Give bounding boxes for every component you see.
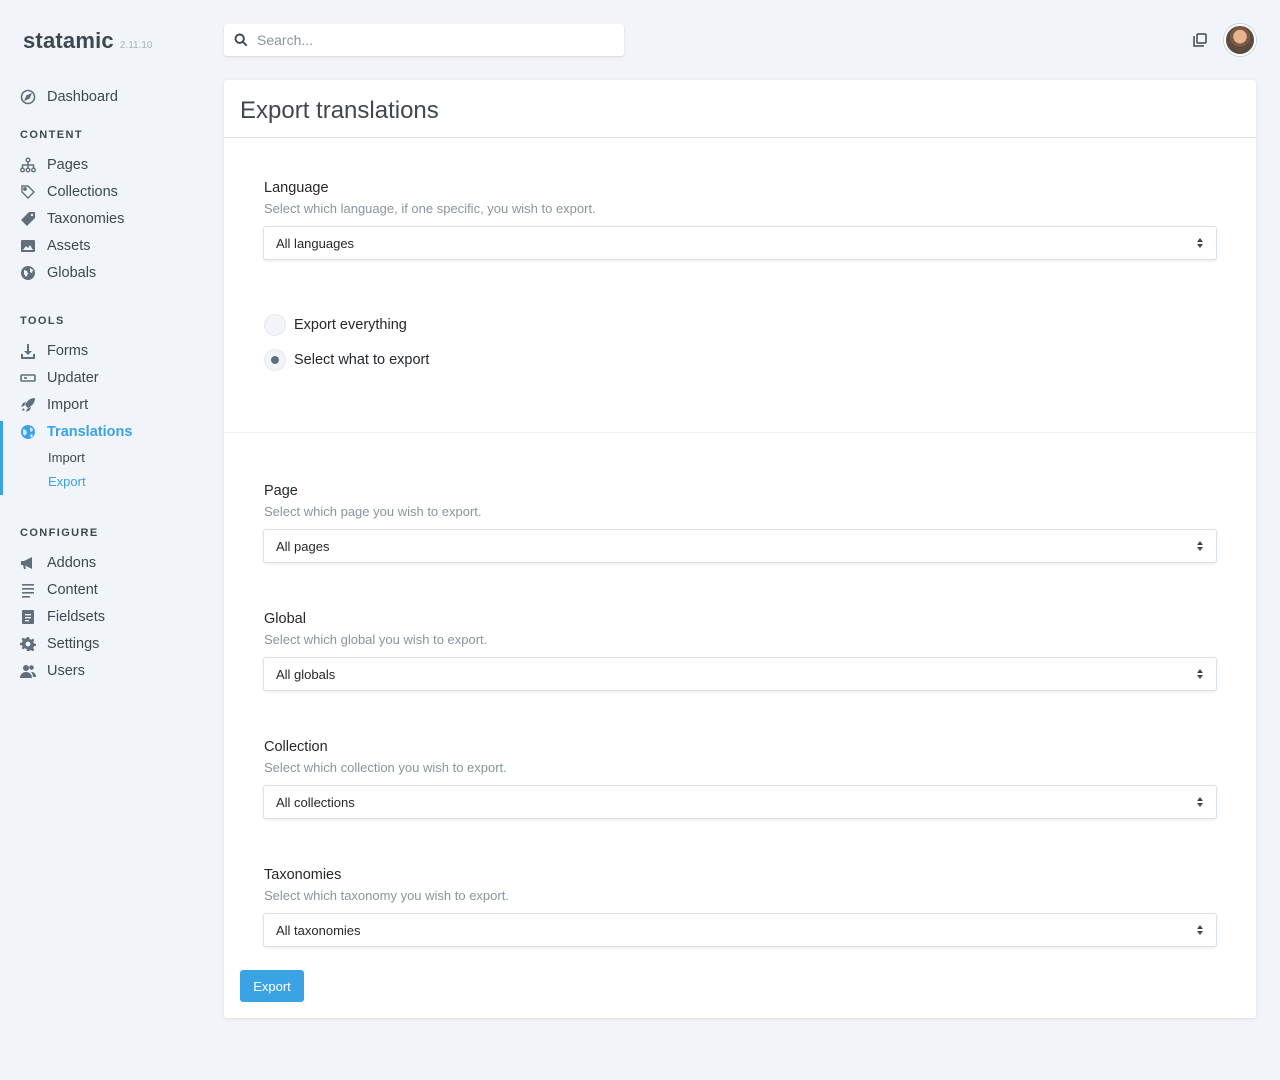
select-caret-icon	[1197, 238, 1203, 248]
radio-export-everything[interactable]: Export everything	[264, 314, 407, 336]
lines-icon	[20, 582, 36, 598]
sidebar-item-import[interactable]: Import	[20, 394, 88, 416]
radio-label: Select what to export	[294, 352, 430, 368]
section-title-tools: TOOLS	[20, 315, 65, 327]
select-caret-icon	[1197, 797, 1203, 807]
megaphone-icon	[20, 555, 36, 571]
sidebar-item-forms[interactable]: Forms	[20, 340, 88, 362]
sidebar-item-assets[interactable]: Assets	[20, 235, 91, 257]
select-caret-icon	[1197, 925, 1203, 935]
sidebar-item-collections[interactable]: Collections	[20, 181, 118, 203]
sidebar-item-globals[interactable]: Globals	[20, 262, 96, 284]
sidebar-item-content[interactable]: Content	[20, 579, 98, 601]
app-name: statamic	[23, 28, 114, 53]
export-card: Export translations Language Select whic…	[224, 80, 1256, 1018]
sidebar-item-label: Taxonomies	[47, 211, 125, 227]
radio-label: Export everything	[294, 317, 407, 333]
select-caret-icon	[1197, 541, 1203, 551]
app-logo[interactable]: statamic 2.11.10	[23, 28, 153, 54]
global-search[interactable]	[224, 24, 624, 56]
sidebar-item-label: Content	[47, 582, 98, 598]
form-icon	[20, 609, 36, 625]
page-title: Export translations	[240, 97, 439, 124]
rocket-icon	[20, 397, 36, 413]
tag-icon	[20, 184, 36, 200]
sidebar-item-users[interactable]: Users	[20, 660, 85, 682]
sidebar-item-label: Settings	[47, 636, 100, 652]
sidebar-subitem-import[interactable]: Import	[48, 450, 85, 465]
language-select[interactable]: All languages	[263, 226, 1217, 260]
radio-button[interactable]	[264, 349, 286, 371]
user-avatar[interactable]	[1224, 24, 1256, 56]
radio-button[interactable]	[264, 314, 286, 336]
sidebar-item-label: Assets	[47, 238, 91, 254]
sidebar-item-label: Users	[47, 663, 85, 679]
sidebar-item-translations[interactable]: Translations	[20, 421, 132, 443]
cartridge-icon	[20, 370, 36, 386]
active-indicator	[0, 421, 3, 495]
sidebar-item-label: Fieldsets	[47, 609, 106, 625]
collection-field-help: Select which collection you wish to expo…	[264, 760, 507, 775]
sidebar-item-label: Forms	[47, 343, 89, 359]
sidebar-item-label: Collections	[47, 184, 118, 200]
page-field-label: Page	[264, 483, 298, 499]
app-version: 2.11.10	[119, 40, 153, 51]
taxonomies-select-value: All taxonomies	[276, 922, 361, 938]
view-site-icon[interactable]	[1192, 32, 1208, 48]
search-input[interactable]	[257, 32, 597, 48]
sidebar-item-settings[interactable]: Settings	[20, 633, 99, 655]
language-label: Language	[264, 180, 329, 196]
tags-icon	[20, 211, 36, 227]
sidebar-item-label: Addons	[47, 555, 97, 571]
sidebar-item-updater[interactable]: Updater	[20, 367, 99, 389]
global-select-value: All globals	[276, 666, 336, 682]
sidebar-item-label: Globals	[47, 265, 97, 281]
taxonomies-select[interactable]: All taxonomies	[263, 913, 1217, 947]
sidebar-item-label: Pages	[47, 157, 89, 173]
world-icon	[20, 424, 36, 440]
sidebar-item-taxonomies[interactable]: Taxonomies	[20, 208, 124, 230]
sidebar-item-label: Import	[47, 397, 89, 413]
language-select-value: All languages	[276, 235, 355, 251]
select-caret-icon	[1197, 669, 1203, 679]
global-field-label: Global	[264, 611, 306, 627]
image-icon	[20, 238, 36, 254]
sidebar-item-label: Updater	[47, 370, 99, 386]
sidebar-item-addons[interactable]: Addons	[20, 552, 96, 574]
section-title-content: CONTENT	[20, 129, 83, 141]
sidebar-item-dashboard[interactable]: Dashboard	[20, 86, 118, 108]
header-divider	[224, 137, 1256, 138]
collection-select[interactable]: All collections	[263, 785, 1217, 819]
sidebar-item-label: Translations	[47, 424, 133, 440]
sidebar: statamic 2.11.10 Dashboard CONTENT Pages…	[0, 0, 210, 1080]
gear-icon	[20, 636, 36, 652]
sidebar-item-pages[interactable]: Pages	[20, 154, 88, 176]
search-icon	[234, 33, 248, 47]
global-select[interactable]: All globals	[263, 657, 1217, 691]
page-select[interactable]: All pages	[263, 529, 1217, 563]
radio-select-what-to-export[interactable]: Select what to export	[264, 349, 429, 371]
compass-icon	[20, 89, 36, 105]
page-select-value: All pages	[276, 538, 330, 554]
sitemap-icon	[20, 157, 36, 173]
collection-field-label: Collection	[264, 739, 328, 755]
radio-selected-dot	[271, 356, 279, 364]
download-icon	[20, 343, 36, 359]
export-button[interactable]: Export	[240, 970, 304, 1002]
sidebar-subitem-export[interactable]: Export	[48, 474, 86, 489]
global-field-help: Select which global you wish to export.	[264, 632, 488, 647]
section-divider	[224, 432, 1256, 433]
language-help: Select which language, if one specific, …	[264, 201, 596, 216]
users-icon	[20, 663, 36, 679]
collection-select-value: All collections	[276, 794, 355, 810]
section-title-configure: CONFIGURE	[20, 527, 99, 539]
page-field-help: Select which page you wish to export.	[264, 504, 482, 519]
sidebar-item-label: Dashboard	[47, 89, 118, 105]
sidebar-item-fieldsets[interactable]: Fieldsets	[20, 606, 105, 628]
taxonomies-field-label: Taxonomies	[264, 867, 342, 883]
globe-icon	[20, 265, 36, 281]
taxonomies-field-help: Select which taxonomy you wish to export…	[264, 888, 509, 903]
